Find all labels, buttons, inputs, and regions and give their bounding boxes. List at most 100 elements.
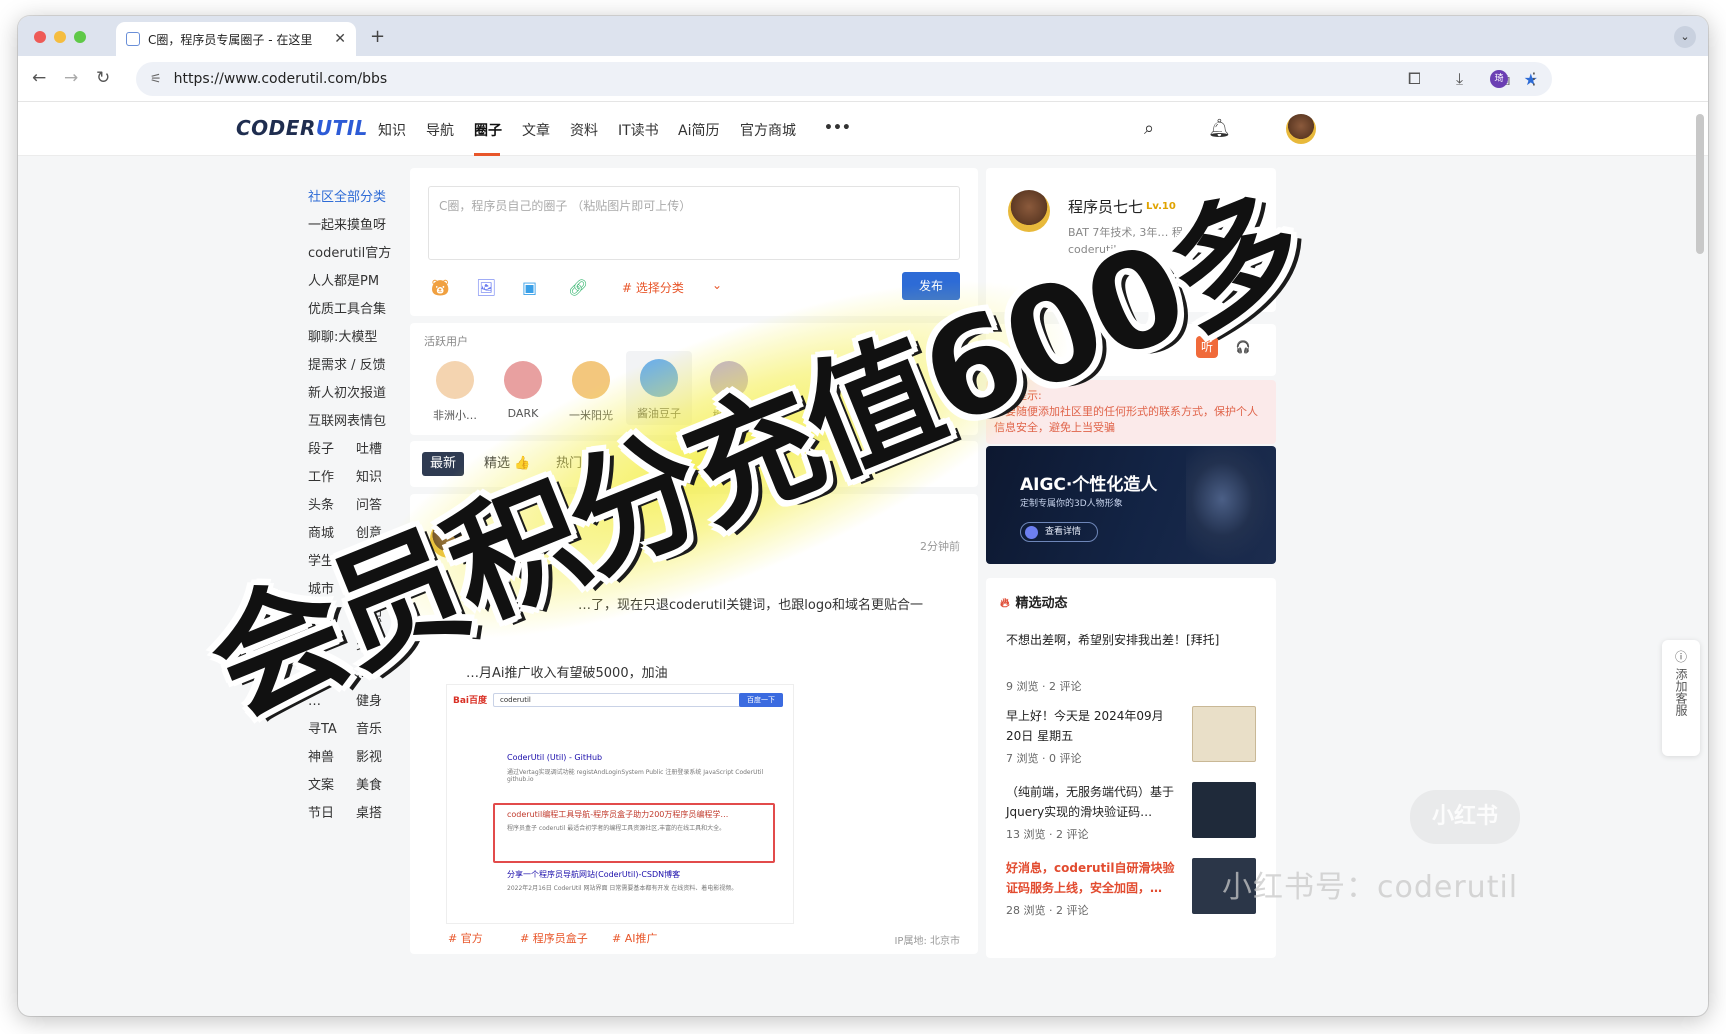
category-item[interactable]: 互联网表情包 [308, 408, 418, 436]
nav-circle[interactable]: 圈子 [474, 120, 502, 140]
category-item[interactable]: … [356, 660, 404, 688]
customer-service-button[interactable]: ⓘ 添加客服 [1662, 640, 1700, 756]
category-item[interactable]: 职场 [356, 548, 404, 576]
close-window-button[interactable] [34, 31, 46, 43]
category-item[interactable]: 求职 [356, 604, 404, 632]
extensions-icon[interactable]: ⧠ [1408, 69, 1421, 89]
category-item[interactable]: … [308, 632, 356, 660]
post-image[interactable]: Bai百度 coderutil 百度一下 CoderUtil (Util) - … [446, 684, 794, 924]
featured-item[interactable]: 早上好！今天是 2024年09月20日 星期五 7 浏览 · 0 评论 [1006, 706, 1266, 766]
download-icon[interactable]: ⤓ [1456, 69, 1463, 89]
post-tag[interactable]: # AI推广 [612, 930, 657, 946]
category-item[interactable]: 文案 [308, 772, 356, 800]
post-tag[interactable]: # 程序员盒子 [520, 930, 588, 946]
category-item[interactable]: 新人初次报道 [308, 380, 418, 408]
nav-more-icon[interactable]: ••• [824, 120, 851, 136]
active-user[interactable]: 酱油豆子 [626, 351, 692, 425]
category-item[interactable]: 节日 [308, 800, 356, 828]
category-item[interactable]: 寻TA [308, 716, 356, 744]
minimize-window-button[interactable] [54, 31, 66, 43]
category-item[interactable]: 创意 [356, 520, 404, 548]
page-scrollbar[interactable] [1696, 114, 1704, 254]
category-item[interactable]: 脱… [356, 576, 404, 604]
featured-item[interactable]: 好消息，coderutil自研滑块验证码服务上线，安全加固，… 28 浏览 · … [1006, 858, 1266, 918]
back-icon[interactable]: ← [32, 68, 46, 88]
category-item[interactable]: 城市 [308, 576, 356, 604]
nav-shop[interactable]: 官方商城 [740, 120, 796, 140]
tab-latest[interactable]: 最新 [422, 452, 465, 476]
tab-hot[interactable]: 热门 🔥 [548, 452, 610, 476]
link-icon[interactable]: 🔗︎ [568, 278, 588, 297]
tab-search-icon[interactable]: ⌄ [1674, 26, 1696, 48]
category-item[interactable]: 头条 [308, 492, 356, 520]
banner-details-button[interactable]: 查看详情 [1020, 522, 1098, 542]
category-item[interactable]: 影视 [356, 744, 404, 772]
category-item[interactable]: coderutil官方 [308, 240, 418, 268]
category-item[interactable]: 美食 [356, 772, 404, 800]
category-item[interactable]: 人人都是PM [308, 268, 418, 296]
post-author-avatar[interactable] [430, 520, 468, 558]
publish-button[interactable]: 发布 [902, 272, 960, 300]
nav-navigation[interactable]: 导航 [426, 120, 454, 140]
browser-tab[interactable]: C圈，程序员专属圈子 - 在这里 ✕ [116, 22, 356, 56]
category-item[interactable]: 桌搭 [356, 800, 404, 828]
forward-icon[interactable]: → [64, 68, 78, 88]
tab-close-icon[interactable]: ✕ [334, 31, 346, 47]
category-item[interactable]: … [308, 604, 356, 632]
site-logo[interactable]: CODERUTIL [236, 116, 368, 140]
browser-menu-icon[interactable]: ⋮ [1526, 69, 1542, 88]
category-item[interactable]: 一起来摸鱼呀 [308, 212, 418, 240]
active-user[interactable]: 榴莲… [696, 353, 762, 423]
category-item[interactable]: 知识 [356, 464, 404, 492]
video-icon[interactable]: ▣ [522, 278, 537, 297]
category-item[interactable]: 问答 [356, 492, 404, 520]
listen-button[interactable]: 听 [1196, 336, 1218, 358]
reload-icon[interactable]: ↻ [96, 68, 110, 88]
category-item[interactable]: 优质工具合集 [308, 296, 418, 324]
category-item[interactable]: 健身 [356, 688, 404, 716]
featured-item[interactable]: 不想出差啊，希望别安排我出差！[拜托] 9 浏览 · 2 评论 [1006, 630, 1266, 694]
site-info-icon[interactable]: ⚟ [150, 72, 162, 87]
active-user[interactable]: 一米阳光 [558, 353, 624, 423]
search-icon[interactable]: ⌕ [1144, 118, 1154, 139]
compose-input[interactable]: C圈，程序员自己的圈子 （粘贴图片即可上传） [428, 186, 960, 260]
category-item[interactable]: 神兽 [308, 744, 356, 772]
category-item[interactable]: 提需求 / 反馈 [308, 352, 418, 380]
active-user[interactable]: 非洲小… [422, 353, 488, 423]
tab-featured[interactable]: 精选 👍 [476, 452, 538, 476]
category-item[interactable]: 聊聊:大模型 [308, 324, 418, 352]
nav-it-books[interactable]: IT读书 [618, 120, 659, 140]
category-item[interactable]: 音乐 [356, 716, 404, 744]
featured-item[interactable]: （纯前端，无服务端代码）基于Jquery实现的滑块验证码… 13 浏览 · 2 … [1006, 782, 1266, 842]
new-tab-button[interactable]: + [370, 26, 385, 47]
category-item[interactable]: … [308, 660, 356, 688]
chevron-down-icon[interactable]: ⌄ [712, 278, 722, 292]
compose-panel: C圈，程序员自己的圈子 （粘贴图片即可上传） 🐻︎ 🖼︎ ▣ 🔗︎ # 选择分类… [410, 168, 978, 316]
category-item[interactable]: 段子 [308, 436, 356, 464]
nav-knowledge[interactable]: 知识 [378, 120, 406, 140]
bell-icon[interactable]: 🔔︎ [1208, 118, 1231, 139]
nav-ai-resume[interactable]: Ai简历 [678, 120, 719, 140]
emoji-icon[interactable]: 🐻︎ [430, 278, 450, 297]
profile-name[interactable]: 程序员七七 [1068, 196, 1143, 217]
nav-resources[interactable]: 资料 [570, 120, 598, 140]
category-all[interactable]: 社区全部分类 [308, 184, 418, 212]
category-item[interactable]: 学生 [308, 548, 356, 576]
active-user[interactable]: DARK [490, 353, 556, 420]
maximize-window-button[interactable] [74, 31, 86, 43]
headphones-icon[interactable]: 🎧 [1232, 336, 1254, 358]
user-avatar[interactable] [1286, 114, 1316, 144]
nav-articles[interactable]: 文章 [522, 120, 550, 140]
promo-banner[interactable]: AIGC·个性化造人 定制专属你的3D人物形象 查看详情 [986, 446, 1276, 564]
category-item[interactable]: … [308, 688, 356, 716]
category-item[interactable]: 商城 [308, 520, 356, 548]
category-item[interactable]: 工作 [308, 464, 356, 492]
category-item[interactable]: 吐槽 [356, 436, 404, 464]
address-bar[interactable]: ⚟ https://www.coderutil.com/bbs ★ ⧉ [136, 62, 1552, 96]
select-category-button[interactable]: # 选择分类 [622, 279, 684, 296]
image-icon[interactable]: 🖼︎ [476, 278, 496, 297]
category-item[interactable]: 交易 [356, 632, 404, 660]
browser-profile-avatar[interactable]: 琦 [1490, 70, 1508, 88]
post-tag[interactable]: # 官方 [448, 930, 483, 946]
profile-avatar[interactable] [1008, 190, 1050, 232]
